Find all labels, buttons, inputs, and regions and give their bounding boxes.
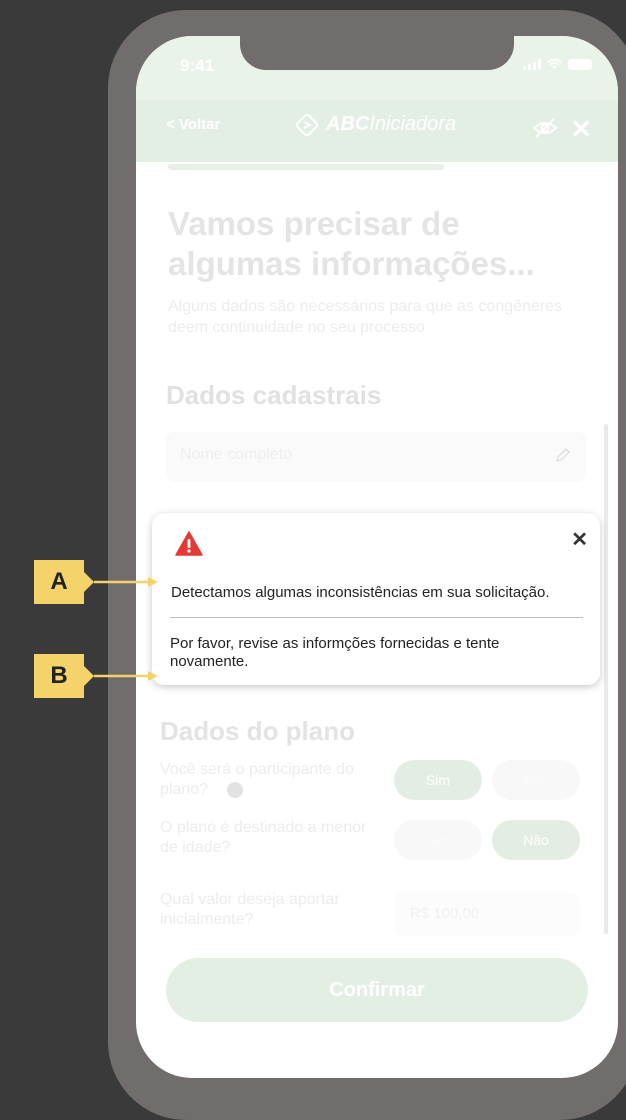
- pencil-icon: [555, 447, 571, 463]
- signal-icon: [523, 58, 541, 70]
- question-amount: Qual valor deseja aportar inicialmente?: [160, 891, 340, 928]
- page-title: Vamos precisar de algumas informações...: [168, 205, 535, 282]
- amount-value: R$ 100,00: [410, 905, 480, 922]
- alert-divider: [170, 617, 583, 618]
- close-icon[interactable]: ✕: [570, 114, 592, 145]
- name-field[interactable]: Nome completo: [166, 432, 586, 482]
- brand-name-rest: Iniciadora: [369, 113, 457, 135]
- name-field-placeholder: Nome completo: [180, 446, 293, 463]
- warning-icon: [175, 531, 203, 556]
- info-icon[interactable]: [226, 781, 243, 798]
- back-link[interactable]: < Voltar: [166, 116, 220, 133]
- question-participant: Você será o participante do plano?: [160, 760, 380, 800]
- brand-name-bold: ABC: [326, 113, 370, 135]
- confirm-button[interactable]: Confirmar: [166, 958, 588, 1022]
- participant-yes-button[interactable]: Sim: [394, 760, 482, 800]
- error-alert: ✕ Detectamos algumas inconsistências em …: [152, 513, 600, 685]
- arrow-b: [84, 666, 158, 686]
- section-title-plan: Dados do plano: [160, 716, 355, 746]
- arrow-a: [84, 572, 158, 592]
- app-header: < Voltar ABC Iniciadora ✕: [136, 100, 618, 162]
- alert-close-button[interactable]: ✕: [571, 527, 588, 552]
- page-subtitle: Alguns dados são necessários para que as…: [168, 298, 563, 336]
- brand-logo-icon: [296, 113, 318, 136]
- alert-message-secondary: Por favor, revise as informções fornecid…: [170, 635, 500, 670]
- status-time: 9:41: [180, 56, 215, 75]
- notch: [240, 36, 514, 70]
- eye-off-icon[interactable]: [532, 117, 558, 139]
- participant-no-button[interactable]: Não: [492, 760, 580, 800]
- amount-field[interactable]: R$ 100,00: [394, 892, 580, 936]
- status-icons: [523, 58, 592, 70]
- question-minor: O plano é destinado a menor de idade?: [160, 819, 367, 856]
- alert-message-primary: Detectamos algumas inconsistências em su…: [171, 584, 550, 601]
- progress-bar: [168, 164, 444, 170]
- wifi-icon: [547, 59, 562, 70]
- brand: ABC Iniciadora: [296, 113, 456, 136]
- battery-icon: [568, 59, 592, 70]
- scrollbar[interactable]: [604, 424, 608, 934]
- callout-a: A: [34, 560, 84, 604]
- question-participant-text: Você será o participante do plano?: [160, 761, 354, 798]
- section-title-personal: Dados cadastrais: [166, 380, 382, 410]
- minor-no-button[interactable]: Não: [492, 820, 580, 860]
- minor-yes-button[interactable]: Sim: [394, 820, 482, 860]
- callout-b: B: [34, 654, 84, 698]
